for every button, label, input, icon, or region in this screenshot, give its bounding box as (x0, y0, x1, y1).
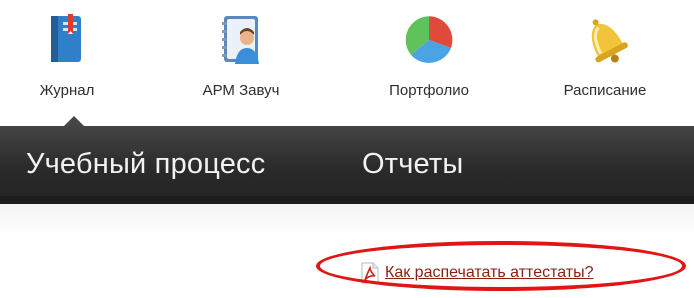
tab-educational-process[interactable]: Учебный процесс (26, 148, 265, 181)
nav-label-schedule: Расписание (563, 82, 647, 99)
nav-label-journal: Журнал (39, 82, 95, 99)
top-nav: Журнал АРМ Завуч Портфолио Расписание (0, 0, 694, 128)
nav-item-arm-zavuch[interactable]: АРМ Завуч (186, 8, 296, 108)
nav-item-schedule[interactable]: Расписание (550, 8, 660, 108)
journal-book-icon (51, 14, 81, 62)
teacher-notebook-icon (222, 16, 259, 64)
nav-label-portfolio: Портфолио (389, 82, 469, 99)
nav-item-portfolio[interactable]: Портфолио (374, 8, 484, 108)
nav-item-journal[interactable]: Журнал (12, 8, 122, 108)
highlight-ellipse (316, 241, 686, 291)
tab-reports[interactable]: Отчеты (362, 148, 463, 181)
tab-bar-strip (0, 196, 694, 204)
nav-label-arm-zavuch: АРМ Завуч (202, 82, 280, 99)
pie-chart-icon (404, 15, 454, 65)
bell-icon (591, 19, 628, 63)
